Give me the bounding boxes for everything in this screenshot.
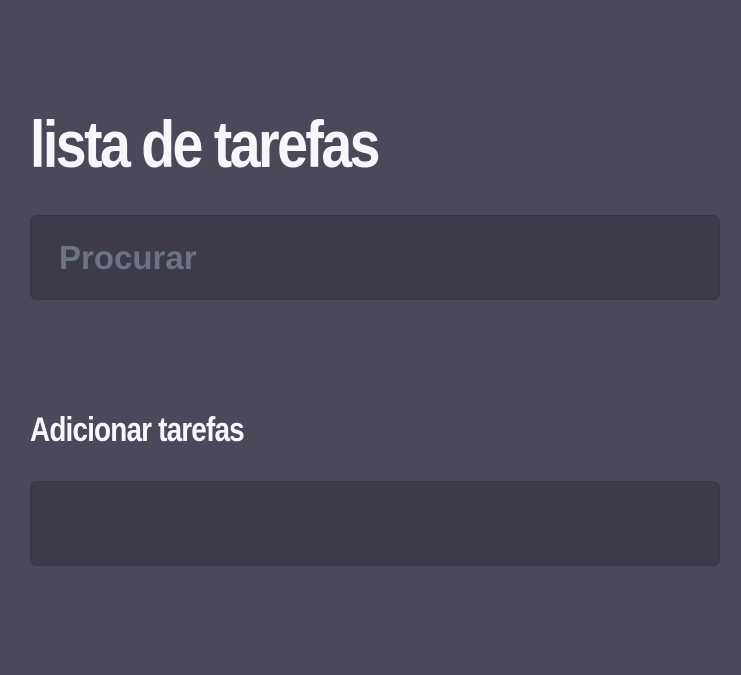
todo-app: lista de tarefas Adicionar tarefas	[0, 0, 741, 675]
search-input[interactable]	[30, 215, 720, 300]
add-task-label: Adicionar tarefas	[30, 411, 245, 449]
page-title: lista de tarefas	[30, 107, 380, 181]
add-task-input[interactable]	[30, 481, 720, 566]
